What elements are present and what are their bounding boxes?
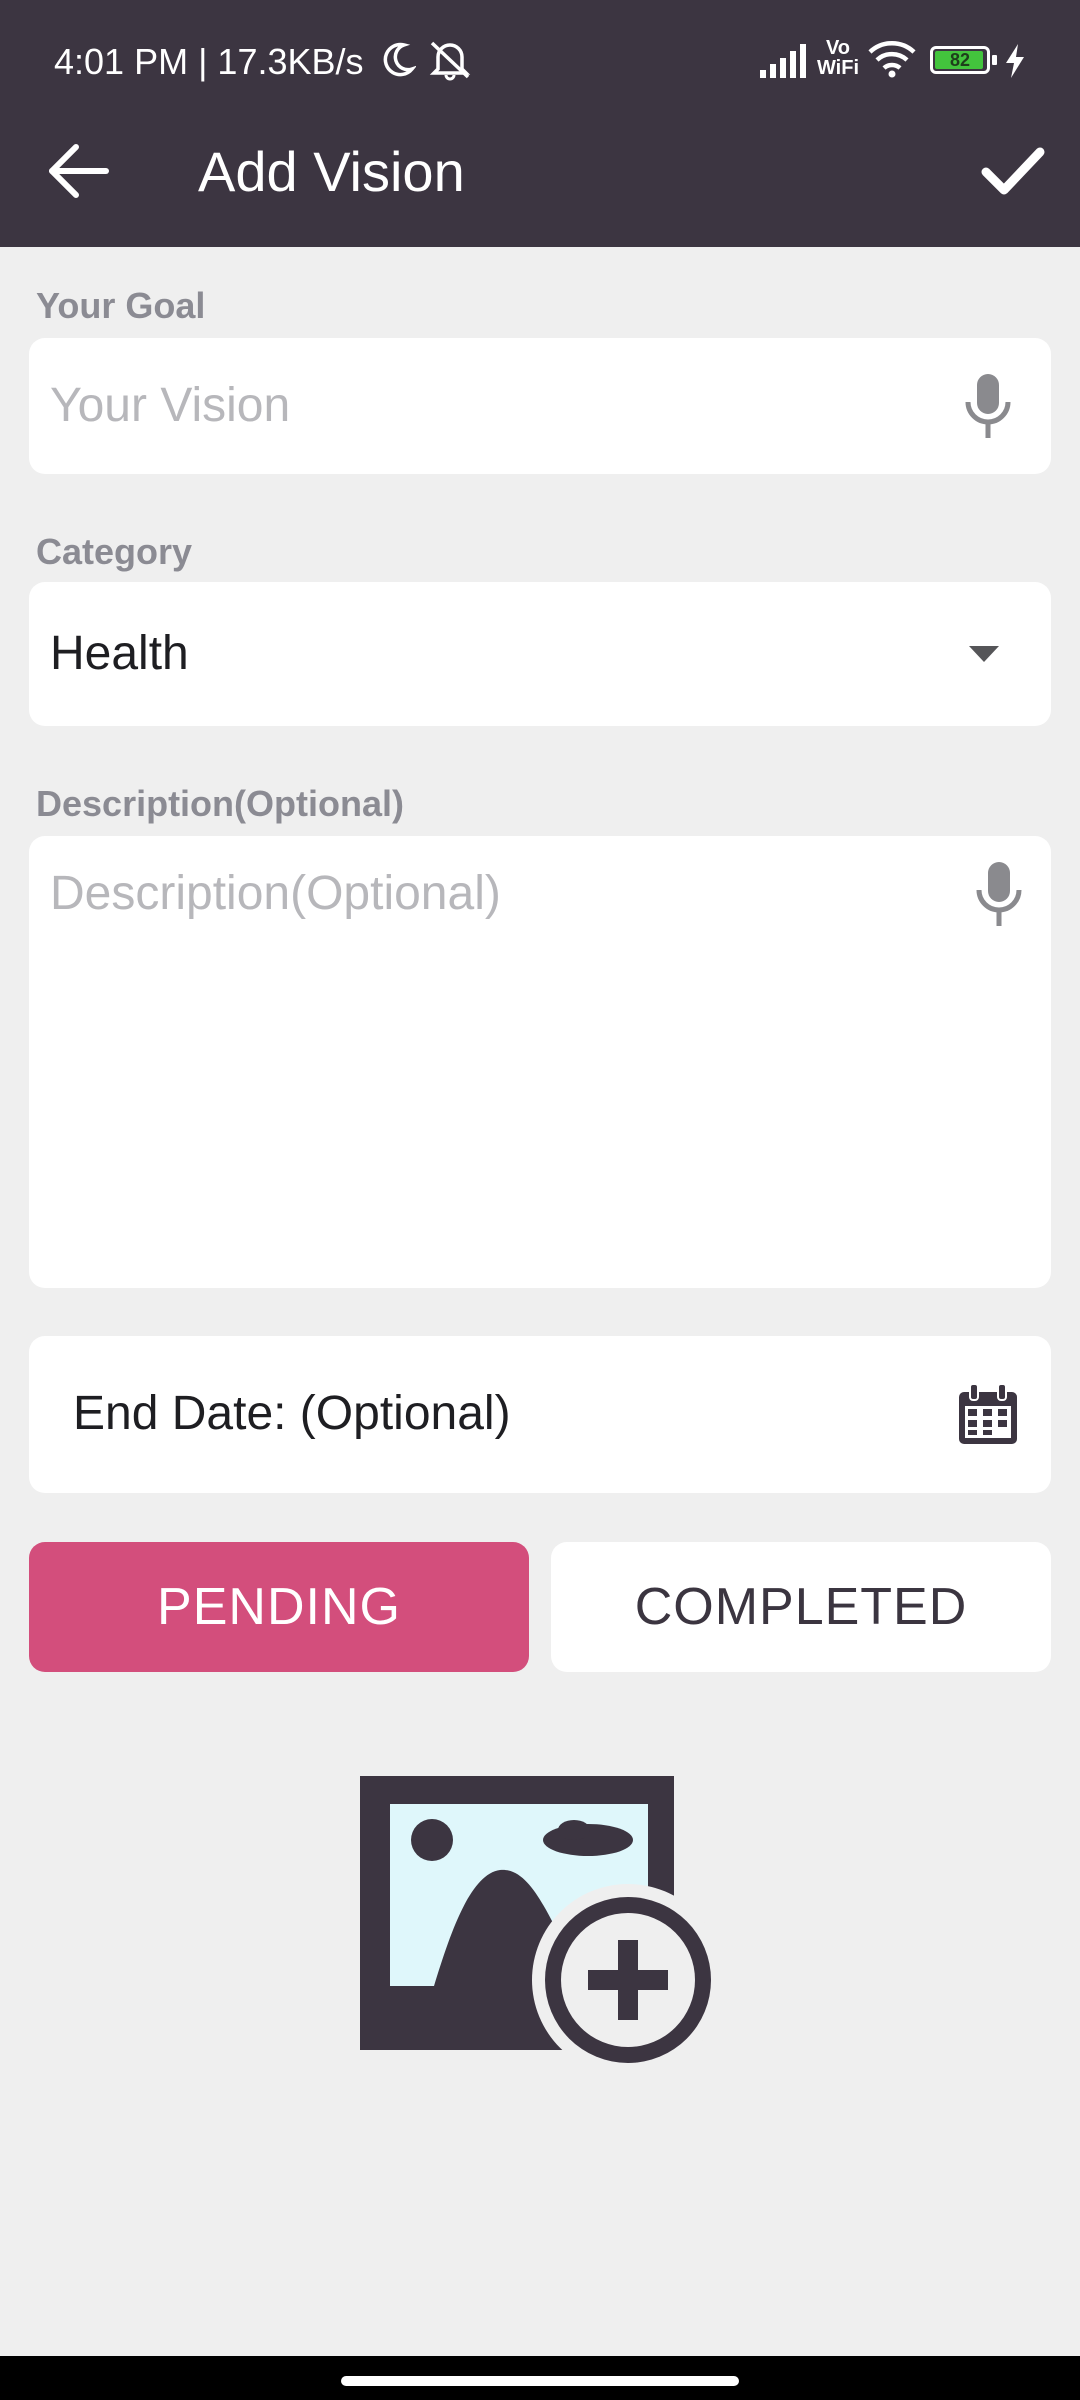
pending-button[interactable]: PENDING (29, 1542, 529, 1672)
category-dropdown[interactable]: Health (29, 582, 1051, 726)
status-bar-time: 4:01 PM | 17.3KB/s (54, 41, 364, 82)
goal-placeholder: Your Vision (50, 379, 291, 432)
top-app-bar: 4:01 PM | 17.3KB/s Vo WiFi 82 Add Vision (0, 0, 1080, 247)
description-textarea[interactable]: Description(Optional) (29, 836, 1051, 1288)
add-image-icon[interactable] (360, 1774, 722, 2072)
do-not-disturb-icon (383, 42, 416, 77)
calendar-icon[interactable] (957, 1382, 1019, 1446)
end-date-text: End Date: (Optional) (73, 1387, 511, 1440)
description-placeholder: Description(Optional) (50, 867, 501, 920)
end-date-picker[interactable]: End Date: (Optional) (29, 1336, 1051, 1493)
battery-icon: 82 (930, 46, 990, 74)
vowifi-label: Vo WiFi (816, 37, 860, 79)
muted-bell-icon (429, 41, 471, 81)
page-title: Add Vision (198, 140, 465, 203)
dropdown-caret-icon[interactable] (969, 646, 999, 664)
completed-button[interactable]: COMPLETED (551, 1542, 1051, 1672)
description-label: Description(Optional) (36, 783, 404, 824)
description-mic-icon[interactable] (973, 860, 1025, 928)
charging-icon (1006, 44, 1024, 78)
category-label: Category (36, 531, 193, 572)
back-arrow-icon[interactable] (44, 140, 114, 202)
save-check-icon[interactable] (980, 144, 1046, 198)
wifi-icon (868, 41, 916, 78)
home-gesture-handle[interactable] (341, 2376, 739, 2386)
goal-label: Your Goal (36, 285, 206, 326)
category-value: Health (50, 627, 189, 680)
signal-icon (760, 44, 806, 78)
goal-input[interactable]: Your Vision (29, 338, 1051, 474)
goal-mic-icon[interactable] (962, 372, 1014, 440)
